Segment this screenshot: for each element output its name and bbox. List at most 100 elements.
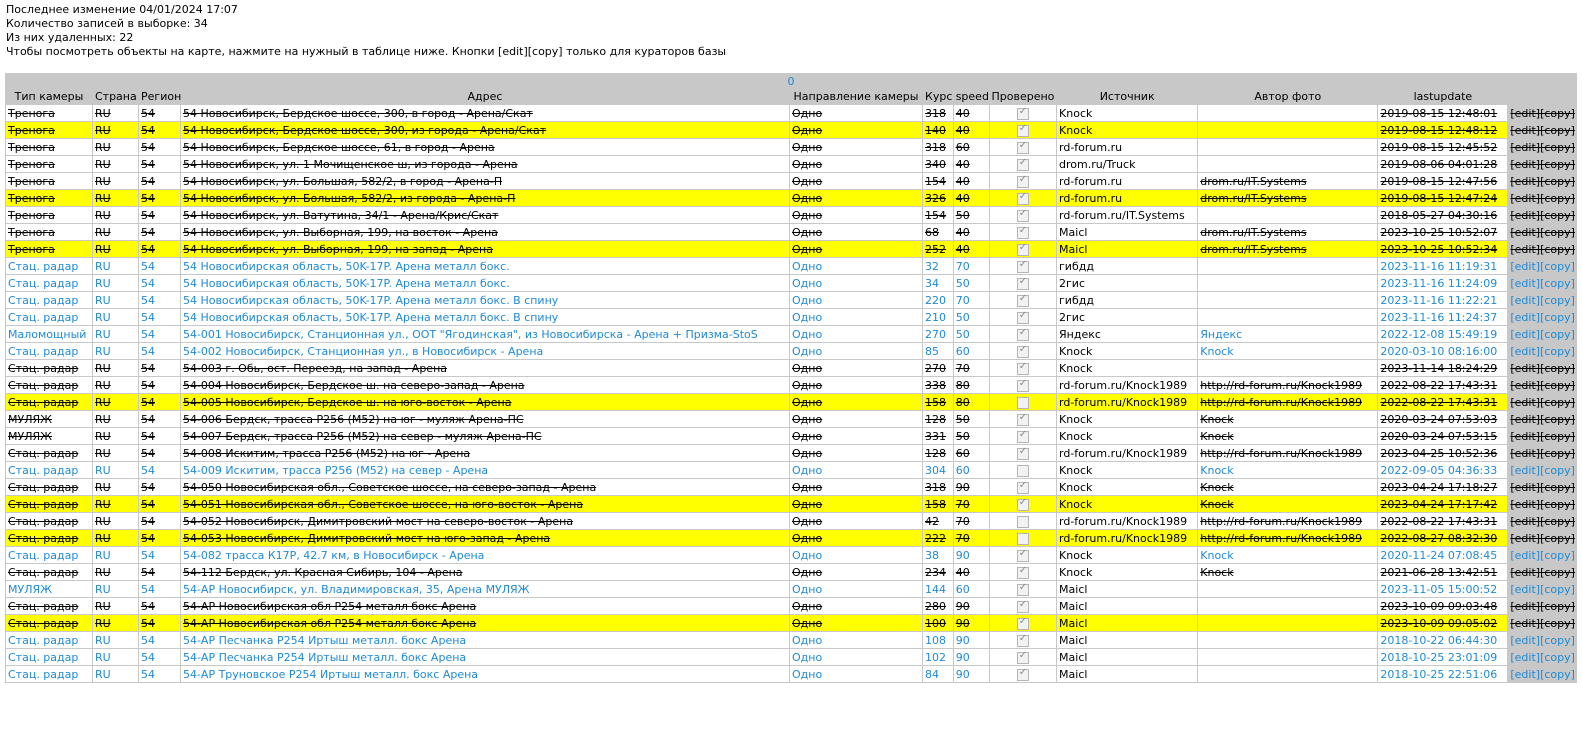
cell-direction[interactable]: Одно	[789, 615, 923, 631]
cell-camera-type[interactable]: МУЛЯЖ	[6, 428, 92, 444]
cell-lastupdate[interactable]: 2020-03-10 08:16:00	[1378, 343, 1508, 359]
cell-photo-author[interactable]: http://rd-forum.ru/Knock1989	[1198, 513, 1378, 529]
edit-link[interactable]: [edit]	[1510, 532, 1540, 545]
cell-camera-type[interactable]: Тренога	[6, 139, 92, 155]
copy-link[interactable]: [copy]	[1540, 566, 1575, 579]
copy-link[interactable]: [copy]	[1540, 515, 1575, 528]
copy-link[interactable]: [copy]	[1540, 107, 1575, 120]
cell-region[interactable]: 54	[139, 360, 180, 376]
cell-course[interactable]: 68	[923, 224, 953, 240]
cell-lastupdate[interactable]: 2023-10-25 10:52:34	[1378, 241, 1508, 257]
cell-address[interactable]: 54-007 Бердск, трасса Р256 (М52) на севе…	[180, 428, 789, 444]
cell-region[interactable]: 54	[139, 632, 180, 648]
copy-link[interactable]: [copy]	[1540, 600, 1575, 613]
cell-country[interactable]: RU	[92, 343, 139, 359]
cell-lastupdate[interactable]: 2019-08-15 12:45:52	[1378, 139, 1508, 155]
cell-country[interactable]: RU	[92, 428, 139, 444]
copy-link[interactable]: [copy]	[1540, 617, 1575, 630]
table-row[interactable]: Тренога RU 54 54 Новосибирск, ул. Выборная,…	[6, 224, 1576, 240]
cell-camera-type[interactable]: Стац. радар	[6, 649, 92, 665]
edit-link[interactable]: [edit]	[1510, 515, 1540, 528]
cell-course[interactable]: 280	[923, 598, 953, 614]
edit-link[interactable]: [edit]	[1510, 600, 1540, 613]
copy-link[interactable]: [copy]	[1540, 209, 1575, 222]
cell-course[interactable]: 154	[923, 173, 953, 189]
cell-speed[interactable]: 40	[953, 224, 989, 240]
cell-photo-author[interactable]: http://rd-forum.ru/Knock1989	[1198, 377, 1378, 393]
cell-course[interactable]: 210	[923, 309, 953, 325]
cell-course[interactable]: 144	[923, 581, 953, 597]
table-row[interactable]: Стац. радар RU 54 54-053 Новосибирск, Димит…	[6, 530, 1576, 546]
cell-region[interactable]: 54	[139, 445, 180, 461]
copy-link[interactable]: [copy]	[1540, 362, 1575, 375]
copy-link[interactable]: [copy]	[1540, 413, 1575, 426]
cell-lastupdate[interactable]: 2023-11-05 15:00:52	[1378, 581, 1508, 597]
cell-camera-type[interactable]: Стац. радар	[6, 479, 92, 495]
cell-photo-author[interactable]: Knock	[1198, 479, 1378, 495]
edit-link[interactable]: [edit]	[1510, 277, 1540, 290]
cell-address[interactable]: 54-053 Новосибирск, Димитровский мост на…	[180, 530, 789, 546]
cell-region[interactable]: 54	[139, 615, 180, 631]
cell-speed[interactable]: 90	[953, 649, 989, 665]
copy-link[interactable]: [copy]	[1540, 158, 1575, 171]
cell-direction[interactable]: Одно	[789, 666, 923, 682]
copy-link[interactable]: [copy]	[1540, 141, 1575, 154]
cell-lastupdate[interactable]: 2023-10-25 10:52:07	[1378, 224, 1508, 240]
cell-course[interactable]: 102	[923, 649, 953, 665]
cell-address[interactable]: 54-052 Новосибирск, Димитровский мост на…	[180, 513, 789, 529]
copy-link[interactable]: [copy]	[1540, 277, 1575, 290]
cell-lastupdate[interactable]: 2021-06-28 13:42:51	[1378, 564, 1508, 580]
cell-address[interactable]: 54-008 Искитим, трасса Р256 (М52) на юг …	[180, 445, 789, 461]
cell-country[interactable]: RU	[92, 122, 139, 138]
cell-region[interactable]: 54	[139, 156, 180, 172]
copy-link[interactable]: [copy]	[1540, 192, 1575, 205]
cell-address[interactable]: 54 Новосибирск, Бердское шоссе, 300, в г…	[180, 105, 789, 121]
cell-speed[interactable]: 70	[953, 258, 989, 274]
cell-course[interactable]: 318	[923, 105, 953, 121]
edit-link[interactable]: [edit]	[1510, 634, 1540, 647]
cell-lastupdate[interactable]: 2023-10-09 09:03:48	[1378, 598, 1508, 614]
table-row[interactable]: Стац. радар RU 54 54-002 Новосибирск, Станц…	[6, 343, 1576, 359]
cell-camera-type[interactable]: Стац. радар	[6, 632, 92, 648]
cell-direction[interactable]: Одно	[789, 326, 923, 342]
cell-address[interactable]: 54 Новосибирск, Бердское шоссе, 61, в го…	[180, 139, 789, 155]
cell-address[interactable]: 54 Новосибирск, ул. Выборная, 199, на во…	[180, 224, 789, 240]
copy-link[interactable]: [copy]	[1540, 447, 1575, 460]
cell-speed[interactable]: 40	[953, 156, 989, 172]
cell-course[interactable]: 38	[923, 547, 953, 563]
cell-region[interactable]: 54	[139, 666, 180, 682]
cell-course[interactable]: 100	[923, 615, 953, 631]
cell-camera-type[interactable]: МУЛЯЖ	[6, 581, 92, 597]
cell-course[interactable]: 331	[923, 428, 953, 444]
cell-direction[interactable]: Одно	[789, 360, 923, 376]
cell-speed[interactable]: 40	[953, 564, 989, 580]
cell-course[interactable]: 158	[923, 394, 953, 410]
edit-link[interactable]: [edit]	[1510, 345, 1540, 358]
cell-camera-type[interactable]: Стац. радар	[6, 258, 92, 274]
copy-link[interactable]: [copy]	[1540, 226, 1575, 239]
cell-camera-type[interactable]: МУЛЯЖ	[6, 411, 92, 427]
cell-course[interactable]: 326	[923, 190, 953, 206]
cell-direction[interactable]: Одно	[789, 598, 923, 614]
edit-link[interactable]: [edit]	[1510, 294, 1540, 307]
edit-link[interactable]: [edit]	[1510, 498, 1540, 511]
cell-speed[interactable]: 40	[953, 241, 989, 257]
cell-speed[interactable]: 90	[953, 666, 989, 682]
cell-address[interactable]: 54-001 Новосибирск, Станционная ул., ООТ…	[180, 326, 789, 342]
copy-link[interactable]: [copy]	[1540, 175, 1575, 188]
cell-country[interactable]: RU	[92, 564, 139, 580]
cell-country[interactable]: RU	[92, 445, 139, 461]
cell-lastupdate[interactable]: 2023-11-14 18:24:29	[1378, 360, 1508, 376]
table-row[interactable]: Стац. радар RU 54 54-050 Новосибирская обл.…	[6, 479, 1576, 495]
cell-course[interactable]: 318	[923, 479, 953, 495]
cell-lastupdate[interactable]: 2019-08-15 12:48:12	[1378, 122, 1508, 138]
cell-address[interactable]: 54-005 Новосибирск, Бердское ш. на юго-в…	[180, 394, 789, 410]
cell-address[interactable]: 54-003 г. Обь, ост. Переезд, на запад - …	[180, 360, 789, 376]
cell-lastupdate[interactable]: 2018-10-22 06:44:30	[1378, 632, 1508, 648]
cell-region[interactable]: 54	[139, 258, 180, 274]
edit-link[interactable]: [edit]	[1510, 481, 1540, 494]
cell-course[interactable]: 318	[923, 139, 953, 155]
cell-region[interactable]: 54	[139, 462, 180, 478]
table-row[interactable]: Тренога RU 54 54 Новосибирск, ул. Большая, …	[6, 190, 1576, 206]
cell-direction[interactable]: Одно	[789, 479, 923, 495]
